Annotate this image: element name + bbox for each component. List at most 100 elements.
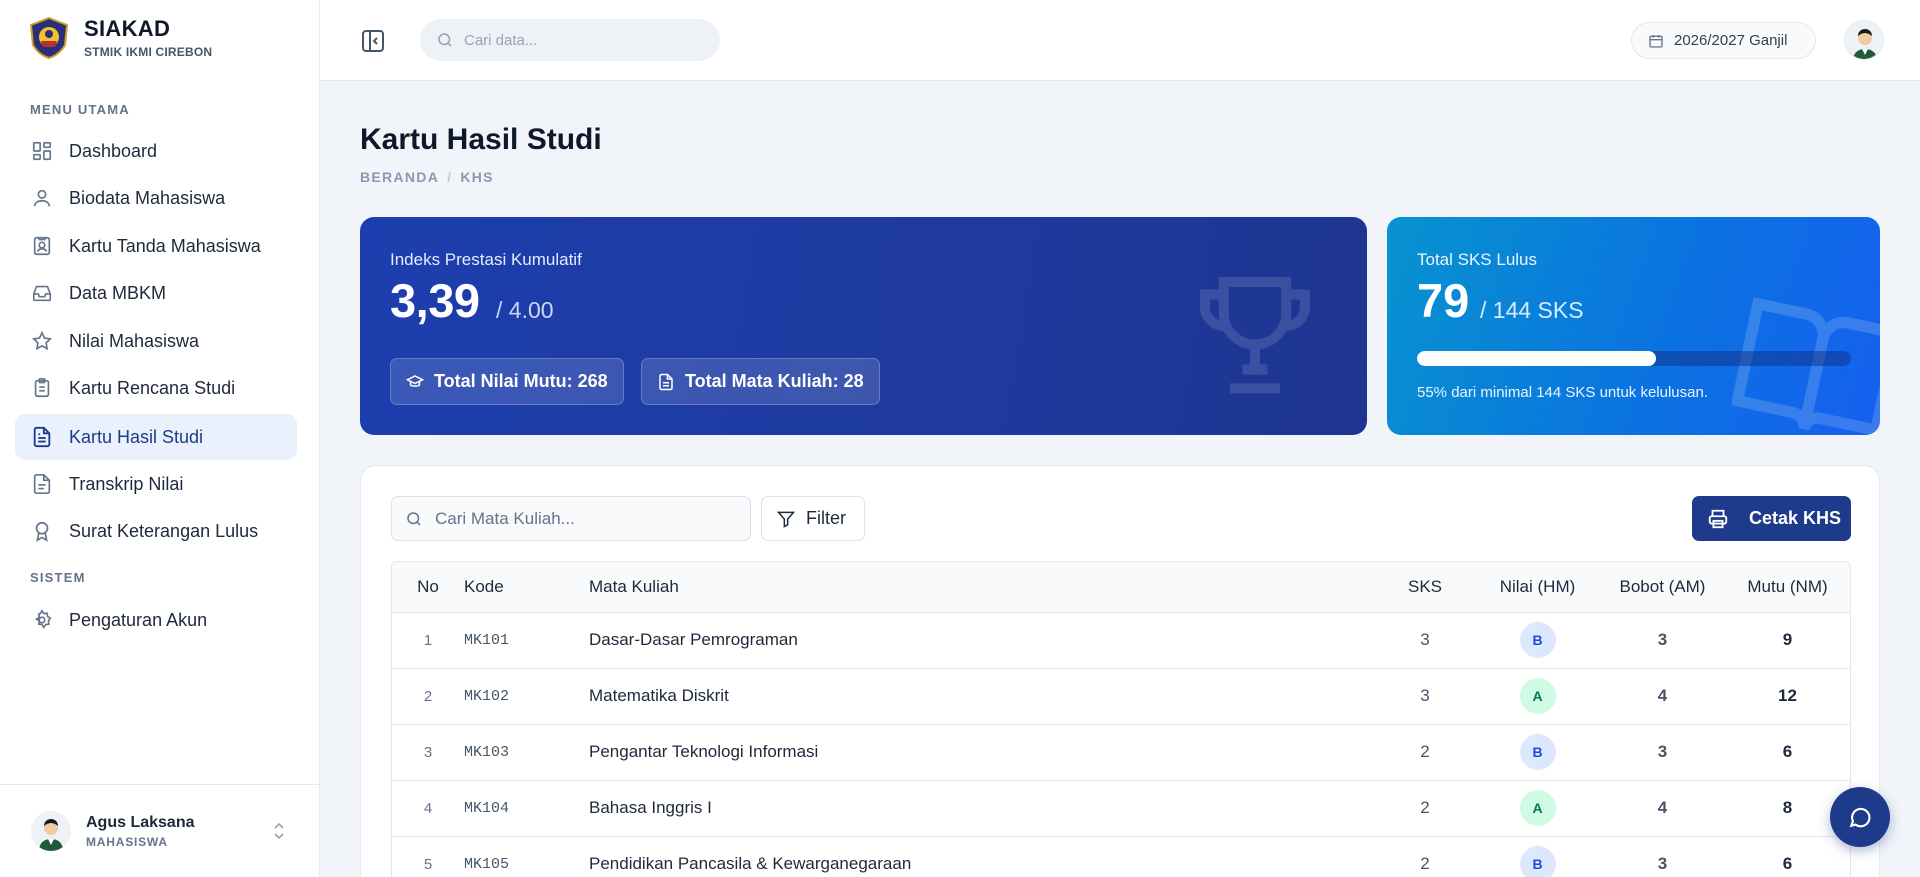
column-header-bobot[interactable]: Bobot (AM): [1600, 562, 1725, 613]
cell-no: 2: [392, 668, 464, 725]
khs-table: No Kode Mata Kuliah SKS Nilai (HM) Bobot…: [391, 561, 1851, 877]
topbar: 2026/2027 Ganjil: [320, 0, 1920, 81]
table-row[interactable]: 5 MK105 Pendidikan Pancasila & Kewargane…: [392, 836, 1850, 877]
total-nilai-mutu-chip: Total Nilai Mutu: 268: [390, 358, 624, 405]
print-khs-button[interactable]: Cetak KHS: [1692, 496, 1851, 541]
ipk-scale: / 4.00: [496, 297, 554, 323]
menu-section-main: MENU UTAMA: [30, 102, 130, 117]
total-nilai-mutu-text: Total Nilai Mutu: 268: [434, 371, 608, 391]
cell-mutu: 6: [1725, 724, 1850, 781]
cell-kode: MK105: [464, 836, 589, 877]
sidebar-item-khs[interactable]: Kartu Hasil Studi: [15, 414, 297, 460]
total-mata-kuliah-text: Total Mata Kuliah: 28: [685, 371, 864, 391]
cell-nilai: B: [1475, 612, 1600, 669]
avatar: [31, 811, 71, 851]
total-mata-kuliah-chip: Total Mata Kuliah: 28: [641, 358, 880, 405]
sidebar-item-label: Dashboard: [69, 140, 158, 161]
cell-no: 1: [392, 612, 464, 669]
cell-nilai: B: [1475, 836, 1600, 877]
id-card-icon: [29, 233, 55, 259]
menu-section-system: SISTEM: [30, 570, 86, 585]
user-profile-card[interactable]: Agus Laksana MAHASISWA: [0, 784, 319, 877]
table-row[interactable]: 3 MK103 Pengantar Teknologi Informasi 2 …: [392, 724, 1850, 781]
sidebar-item-nilai[interactable]: Nilai Mahasiswa: [15, 318, 297, 364]
search-icon: [407, 511, 421, 526]
cell-sks: 2: [1375, 724, 1475, 781]
inbox-icon: [29, 280, 55, 306]
sidebar-item-label: Pengaturan Akun: [69, 609, 208, 630]
cell-mata-kuliah: Bahasa Inggris I: [589, 780, 1375, 837]
column-header-nilai[interactable]: Nilai (HM): [1475, 562, 1600, 613]
user-avatar-button[interactable]: [1844, 20, 1884, 60]
gear-icon: [29, 607, 55, 633]
cell-mutu: 9: [1725, 612, 1850, 669]
sidebar-item-ktm[interactable]: Kartu Tanda Mahasiswa: [15, 223, 297, 269]
sidebar: SIAKAD STMIK IKMI CIREBON MENU UTAMA Das…: [0, 0, 320, 877]
search-icon: [438, 33, 452, 47]
grade-badge: B: [1519, 622, 1556, 658]
sidebar-item-biodata[interactable]: Biodata Mahasiswa: [15, 175, 297, 221]
cell-no: 4: [392, 780, 464, 837]
course-search[interactable]: [391, 496, 751, 541]
sidebar-item-label: Transkrip Nilai: [69, 473, 184, 494]
sidebar-item-krs[interactable]: Kartu Rencana Studi: [15, 365, 297, 411]
ipk-value: 3,39: [390, 274, 480, 327]
ipk-card: Indeks Prestasi Kumulatif 3,39 / 4.00 To…: [360, 217, 1367, 435]
graduation-cap-icon: [406, 374, 424, 387]
column-header-mutu[interactable]: Mutu (NM): [1725, 562, 1850, 613]
calendar-icon: [1649, 34, 1663, 48]
table-row[interactable]: 1 MK101 Dasar-Dasar Pemrograman 3 B 3 9: [392, 612, 1850, 669]
college-logo-icon: [29, 17, 69, 59]
chat-button[interactable]: [1830, 787, 1890, 847]
cell-kode: MK102: [464, 668, 589, 725]
sidebar-toggle-icon[interactable]: [360, 28, 386, 54]
cell-mata-kuliah: Dasar-Dasar Pemrograman: [589, 612, 1375, 669]
dashboard-icon: [29, 138, 55, 164]
sidebar-item-transkrip[interactable]: Transkrip Nilai: [15, 461, 297, 507]
cell-sks: 3: [1375, 612, 1475, 669]
page-title: Kartu Hasil Studi: [360, 123, 602, 156]
cell-nilai: A: [1475, 780, 1600, 837]
column-header-no[interactable]: No: [392, 562, 464, 613]
star-icon: [29, 328, 55, 354]
academic-year-selector[interactable]: 2026/2027 Ganjil: [1631, 22, 1816, 59]
grade-badge: A: [1519, 678, 1556, 714]
cell-bobot: 3: [1600, 612, 1725, 669]
cell-sks: 3: [1375, 668, 1475, 725]
cell-mata-kuliah: Pendidikan Pancasila & Kewarganegaraan: [589, 836, 1375, 877]
grade-badge: B: [1519, 734, 1556, 770]
sidebar-item-dashboard[interactable]: Dashboard: [15, 128, 297, 174]
chevron-up-down-icon: [274, 822, 284, 840]
brand[interactable]: SIAKAD STMIK IKMI CIREBON: [29, 17, 212, 59]
sks-card: Total SKS Lulus 79 / 144 SKS 55% dari mi…: [1387, 217, 1880, 435]
breadcrumb-home[interactable]: BERANDA: [360, 169, 439, 185]
cell-nilai: A: [1475, 668, 1600, 725]
table-row[interactable]: 2 MK102 Matematika Diskrit 3 A 4 12: [392, 668, 1850, 725]
global-search-input[interactable]: [464, 31, 704, 49]
file-text-icon: [29, 424, 55, 450]
column-header-mata-kuliah[interactable]: Mata Kuliah: [589, 562, 1375, 613]
course-search-input[interactable]: [435, 508, 735, 529]
print-khs-label: Cetak KHS: [1749, 508, 1842, 528]
sidebar-item-pengaturan[interactable]: Pengaturan Akun: [15, 597, 297, 643]
sidebar-item-label: Kartu Rencana Studi: [69, 377, 236, 398]
sks-value: 79: [1417, 274, 1470, 327]
user-name: Agus Laksana: [86, 814, 195, 831]
column-header-sks[interactable]: SKS: [1375, 562, 1475, 613]
sidebar-item-label: Data MBKM: [69, 282, 167, 303]
column-header-kode[interactable]: Kode: [464, 562, 589, 613]
user-icon: [29, 185, 55, 211]
sks-progress-fill: [1417, 351, 1656, 366]
global-search[interactable]: [420, 19, 720, 61]
user-role: MAHASISWA: [86, 835, 168, 849]
sidebar-item-skl[interactable]: Surat Keterangan Lulus: [15, 508, 297, 554]
sks-label: Total SKS Lulus: [1417, 250, 1538, 269]
sidebar-item-label: Nilai Mahasiswa: [69, 330, 200, 351]
table-row[interactable]: 4 MK104 Bahasa Inggris I 2 A 4 8: [392, 780, 1850, 837]
sidebar-item-mbkm[interactable]: Data MBKM: [15, 270, 297, 316]
ipk-label: Indeks Prestasi Kumulatif: [390, 250, 582, 269]
cell-sks: 2: [1375, 780, 1475, 837]
filter-button[interactable]: Filter: [761, 496, 865, 541]
table-header-row: No Kode Mata Kuliah SKS Nilai (HM) Bobot…: [392, 562, 1850, 613]
khs-panel: Filter Cetak KHS No Kode Mata Kuliah SKS…: [360, 465, 1880, 877]
